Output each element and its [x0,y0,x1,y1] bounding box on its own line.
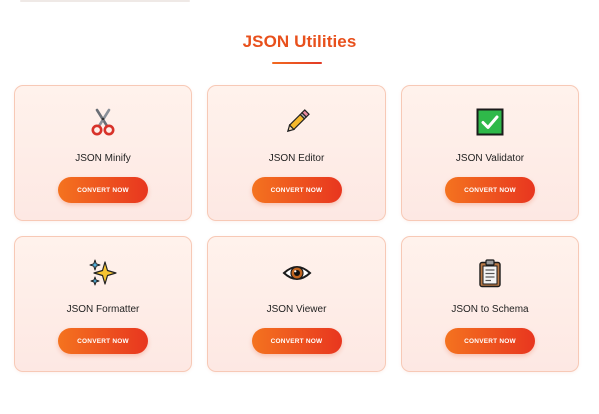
clipboard-icon [475,258,505,288]
convert-now-button[interactable]: CONVERT NOW [58,177,148,203]
tool-card-json-editor: JSON Editor CONVERT NOW [207,85,386,221]
tool-card-json-validator: JSON Validator CONVERT NOW [401,85,579,221]
section-title: JSON Utilities [242,32,357,51]
top-divider [20,0,190,2]
tool-name: JSON Editor [268,153,325,164]
tool-card-json-minify: JSON Minify CONVERT NOW [14,85,192,221]
scissors-icon [88,107,118,137]
tool-name: JSON Validator [455,153,525,164]
sparkles-icon [88,258,118,288]
convert-now-button[interactable]: CONVERT NOW [445,177,535,203]
tool-card-json-to-schema: JSON to Schema CONVERT NOW [401,236,579,372]
convert-now-button[interactable]: CONVERT NOW [251,328,342,354]
eye-icon [282,258,312,288]
tool-card-json-formatter: JSON Formatter CONVERT NOW [14,236,192,372]
tool-name: JSON Minify [75,153,131,164]
convert-now-button[interactable]: CONVERT NOW [251,177,342,203]
title-underline [272,62,322,64]
convert-now-button[interactable]: CONVERT NOW [445,328,535,354]
tool-card-json-viewer: JSON Viewer CONVERT NOW [207,236,386,372]
tool-name: JSON Formatter [66,304,140,315]
check-box-icon [475,107,505,137]
tool-name: JSON to Schema [451,304,529,315]
tools-grid: JSON Minify CONVERT NOW JSON Editor CONV… [14,85,579,372]
json-utilities-page: JSON Utilities JSON Minify CONVERT NOW J… [0,0,599,414]
tool-name: JSON Viewer [266,304,327,315]
convert-now-button[interactable]: CONVERT NOW [58,328,148,354]
pencil-icon [282,107,312,137]
